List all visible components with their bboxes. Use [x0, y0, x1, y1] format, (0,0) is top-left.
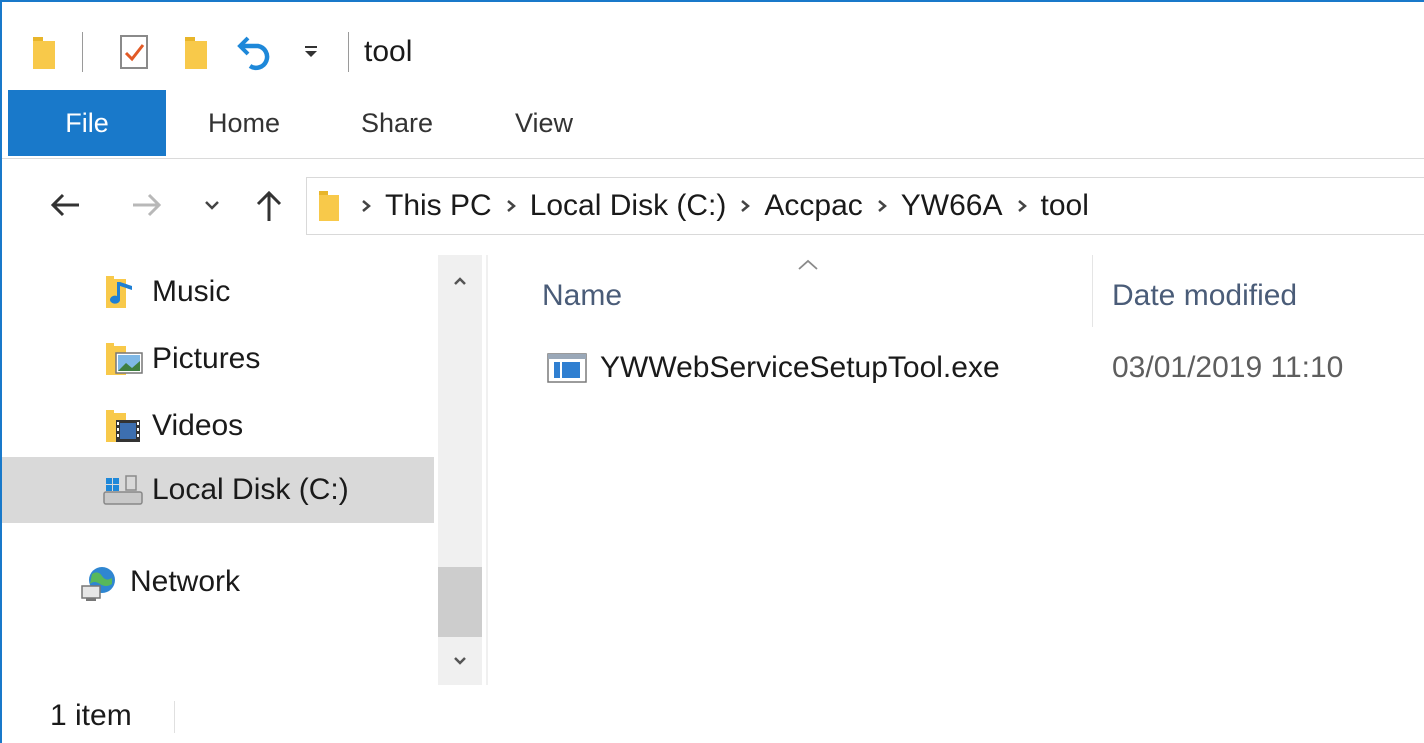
breadcrumb-tool[interactable]: tool: [1037, 189, 1093, 223]
nav-item-label: Pictures: [152, 342, 261, 375]
column-header-name[interactable]: Name: [542, 273, 622, 319]
file-explorer-window: tool File Home Share View This PC Local …: [0, 0, 1424, 743]
tab-share[interactable]: Share: [338, 90, 456, 156]
up-arrow-icon[interactable]: [246, 181, 292, 229]
toolbar-separator: [82, 32, 83, 72]
nav-item-local-disk[interactable]: Local Disk (C:): [2, 457, 434, 523]
ribbon-tabs: File Home Share View: [2, 90, 1424, 159]
column-header-date-modified[interactable]: Date modified: [1112, 273, 1297, 319]
status-bar: 1 item: [2, 685, 1424, 743]
customize-dropdown-icon[interactable]: [298, 30, 324, 74]
breadcrumb-chevron-icon[interactable]: [351, 177, 381, 235]
scroll-down-icon[interactable]: [438, 635, 482, 687]
file-list: Name Date modified YWWebServiceSetupTool…: [488, 255, 1424, 685]
nav-item-label: Local Disk (C:): [152, 473, 349, 506]
file-date-modified: 03/01/2019 11:10: [1112, 351, 1344, 384]
tab-home[interactable]: Home: [182, 90, 306, 156]
navigation-pane-scrollbar[interactable]: [438, 255, 482, 685]
file-name: YWWebServiceSetupTool.exe: [600, 351, 1000, 384]
address-bar[interactable]: This PC Local Disk (C:) Accpac YW66A too…: [306, 177, 1424, 235]
tab-file[interactable]: File: [8, 90, 166, 156]
title-bar: tool: [2, 2, 1424, 90]
status-separator: [174, 701, 175, 733]
forward-arrow-icon[interactable]: [124, 181, 170, 229]
nav-item-music[interactable]: Music: [2, 259, 434, 325]
nav-item-label: Videos: [152, 409, 244, 442]
nav-item-label: Network: [130, 565, 241, 598]
back-arrow-icon[interactable]: [42, 181, 88, 229]
column-divider[interactable]: [1092, 255, 1093, 327]
nav-item-label: Music: [152, 275, 231, 308]
navigation-bar: This PC Local Disk (C:) Accpac YW66A too…: [2, 159, 1424, 255]
undo-icon[interactable]: [234, 30, 278, 74]
local-disk-icon: [102, 472, 143, 508]
breadcrumb-this-pc[interactable]: This PC: [381, 189, 496, 223]
scroll-up-icon[interactable]: [438, 255, 482, 307]
breadcrumb-chevron-icon[interactable]: [867, 177, 897, 235]
breadcrumb-yw66a[interactable]: YW66A: [897, 189, 1007, 223]
nav-item-videos[interactable]: Videos: [2, 393, 434, 459]
nav-item-pictures[interactable]: Pictures: [2, 326, 434, 392]
music-folder-icon: [104, 274, 144, 310]
item-count: 1 item: [50, 699, 132, 732]
folder-icon: [307, 177, 351, 235]
nav-item-network[interactable]: Network: [2, 549, 434, 615]
file-row[interactable]: YWWebServiceSetupTool.exe 03/01/2019 11:…: [488, 345, 1424, 395]
network-icon: [80, 564, 120, 601]
videos-folder-icon: [104, 408, 144, 444]
breadcrumb-chevron-icon[interactable]: [1007, 177, 1037, 235]
tab-view[interactable]: View: [490, 90, 598, 156]
chevron-down-icon[interactable]: [196, 181, 228, 229]
properties-icon[interactable]: [114, 30, 154, 74]
window-title: tool: [364, 35, 413, 68]
new-folder-icon[interactable]: [178, 30, 214, 74]
toolbar-separator: [348, 32, 349, 72]
breadcrumb-chevron-icon[interactable]: [730, 177, 760, 235]
folder-icon[interactable]: [26, 30, 62, 74]
sort-ascending-icon: [795, 257, 821, 273]
breadcrumb-local-disk[interactable]: Local Disk (C:): [526, 189, 731, 223]
exe-file-icon: [546, 351, 588, 387]
breadcrumb-accpac[interactable]: Accpac: [760, 189, 866, 223]
pictures-folder-icon: [104, 341, 144, 377]
breadcrumb-chevron-icon[interactable]: [496, 177, 526, 235]
navigation-pane: Music Pictures Videos Local Disk (C:) Ne…: [2, 255, 436, 685]
scrollbar-thumb[interactable]: [438, 567, 482, 637]
